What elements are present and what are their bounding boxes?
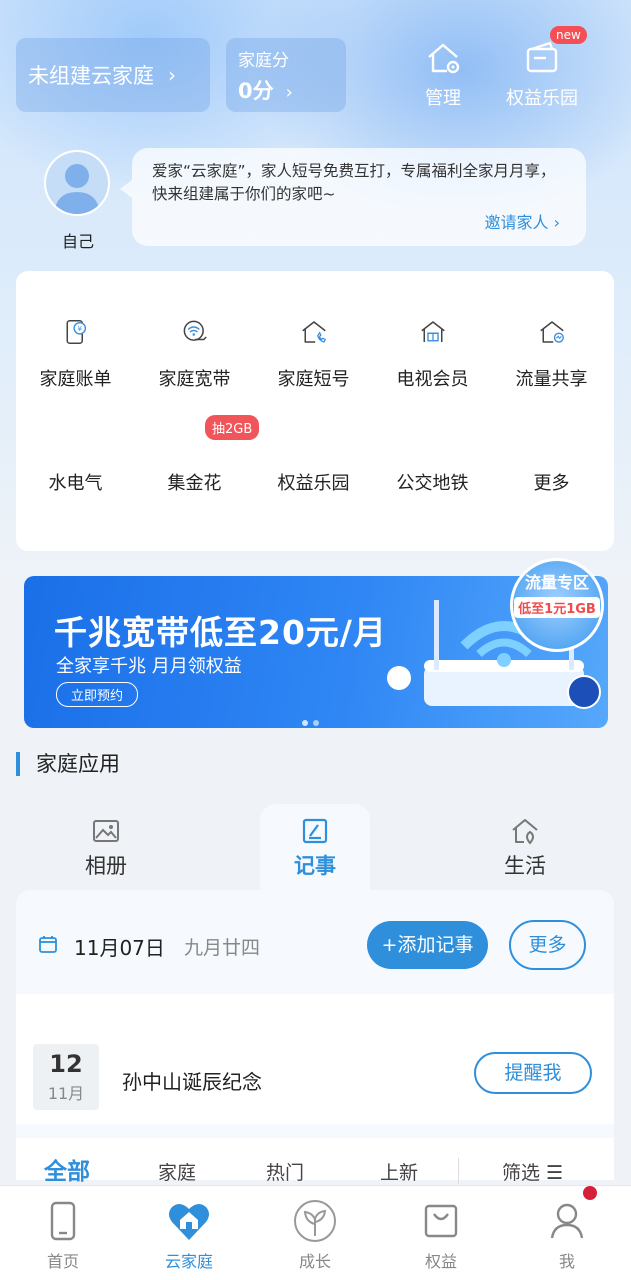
add-note-button[interactable]: +添加记事 bbox=[367, 921, 488, 969]
nav-label: 首页 bbox=[46, 1252, 79, 1271]
event-date-box: 12 11月 bbox=[33, 1044, 99, 1110]
phone-icon bbox=[50, 1201, 76, 1241]
current-date: 11月07日 bbox=[74, 936, 165, 960]
family-intro-bubble: 爱家“云家庭”，家人短号免费互打，专属福利全家月月享，快来组建属于你们的家吧~ … bbox=[120, 148, 586, 246]
notebook-icon bbox=[302, 818, 328, 844]
nav-cloud-family[interactable]: 云家庭 bbox=[126, 1186, 252, 1280]
create-family-card[interactable]: 未组建云家庭 › bbox=[16, 38, 210, 112]
event-day: 12 bbox=[49, 1050, 83, 1078]
new-badge: new bbox=[550, 26, 587, 44]
nav-home[interactable]: 首页 bbox=[0, 1186, 126, 1280]
filter-row: 全部 家庭 热门 上新 筛选 ☰ bbox=[16, 1138, 614, 1185]
nav-label: 我 bbox=[558, 1252, 575, 1271]
tab-notes[interactable]: 记事 bbox=[260, 804, 370, 890]
service-transit[interactable]: 公交地铁 bbox=[373, 271, 492, 494]
family-score-card[interactable]: 家庭分 0分 › bbox=[226, 38, 346, 112]
home-gear-icon bbox=[428, 43, 460, 74]
chevron-right-icon: › bbox=[285, 81, 293, 103]
invite-family-link[interactable]: 邀请家人 › bbox=[485, 211, 561, 234]
carousel-dots bbox=[302, 720, 319, 726]
filter-hot[interactable]: 热门 bbox=[266, 1158, 304, 1185]
tab-life[interactable]: 生活 bbox=[470, 804, 580, 890]
nav-growth[interactable]: 成长 bbox=[252, 1186, 378, 1280]
service-grid: ¥ 家庭账单 家庭宽带 家庭短号 电视会员 流量共享 抽2GB 水电气 集金花 … bbox=[16, 271, 614, 551]
manage-label: 管理 bbox=[425, 88, 461, 109]
house-leaf-icon bbox=[512, 819, 538, 845]
benefits-park-label: 权益乐园 bbox=[506, 88, 578, 109]
lunar-date: 九月廿四 bbox=[184, 937, 261, 959]
date-row: 11月07日 九月廿四 +添加记事 更多 bbox=[16, 890, 614, 994]
benefits-park-button[interactable]: new 权益乐园 bbox=[497, 26, 587, 114]
banner-subtitle: 全家享千兆 月月领权益 bbox=[56, 656, 242, 677]
service-more[interactable]: 更多 bbox=[492, 271, 611, 494]
service-label: 集金花 bbox=[167, 473, 222, 494]
bag-icon bbox=[424, 1204, 458, 1238]
family-score-label: 家庭分 bbox=[238, 50, 289, 71]
nav-benefits[interactable]: 权益 bbox=[378, 1186, 504, 1280]
manage-button[interactable]: 管理 bbox=[398, 38, 488, 114]
profile-name: 自己 bbox=[61, 232, 94, 251]
tab-label: 相册 bbox=[85, 854, 127, 878]
service-golden-flower[interactable]: 集金花 bbox=[135, 271, 254, 494]
heart-home-icon bbox=[169, 1203, 209, 1240]
family-score-value: 0分 bbox=[238, 78, 274, 103]
filter-new[interactable]: 上新 bbox=[380, 1158, 418, 1185]
tab-label: 生活 bbox=[504, 854, 546, 878]
data-zone-price: 低至1元1GB bbox=[514, 597, 600, 618]
wallet-icon bbox=[526, 41, 558, 73]
filter-family[interactable]: 家庭 bbox=[158, 1158, 196, 1185]
sprout-icon bbox=[294, 1200, 336, 1242]
photo-icon bbox=[93, 820, 119, 842]
data-zone-title: 流量专区 bbox=[524, 573, 589, 592]
event-title: 孙中山诞辰纪念 bbox=[122, 1070, 262, 1094]
lottery-tag: 抽2GB bbox=[205, 415, 260, 440]
tab-label: 记事 bbox=[294, 854, 336, 878]
intro-message: 爱家“云家庭”，家人短号免费互打，专属福利全家月月享，快来组建属于你们的家吧~ bbox=[152, 162, 556, 203]
nav-label: 云家庭 bbox=[164, 1252, 213, 1271]
data-zone-badge[interactable]: 流量专区 低至1元1GB bbox=[510, 558, 604, 652]
event-row[interactable]: 12 11月 孙中山诞辰纪念 提醒我 bbox=[16, 994, 614, 1124]
service-label: 水电气 bbox=[48, 473, 103, 494]
avatar bbox=[44, 150, 110, 216]
user-icon bbox=[550, 1203, 584, 1239]
self-profile[interactable]: 自己 bbox=[44, 150, 112, 252]
reserve-button[interactable]: 立即预约 bbox=[56, 682, 139, 707]
create-family-label: 未组建云家庭 bbox=[28, 64, 154, 88]
bottom-nav: 首页 云家庭 成长 权益 我 bbox=[0, 1185, 631, 1280]
user-avatar-icon bbox=[46, 152, 108, 214]
nav-label: 权益 bbox=[424, 1252, 457, 1271]
service-utilities[interactable]: 水电气 bbox=[16, 271, 135, 494]
service-label: 权益乐园 bbox=[277, 473, 350, 494]
notes-panel: 11月07日 九月廿四 +添加记事 更多 12 11月 孙中山诞辰纪念 提醒我 … bbox=[16, 890, 614, 1185]
tab-album[interactable]: 相册 bbox=[51, 804, 161, 890]
calendar-icon bbox=[39, 936, 57, 953]
section-title: 家庭应用 bbox=[16, 752, 120, 776]
service-benefits-park[interactable]: 权益乐园 bbox=[254, 271, 373, 494]
notification-dot bbox=[583, 1186, 597, 1200]
banner-title: 千兆宽带低至20元/月 bbox=[54, 613, 387, 652]
chevron-right-icon: › bbox=[168, 63, 176, 87]
nav-label: 成长 bbox=[298, 1252, 331, 1271]
remind-me-button[interactable]: 提醒我 bbox=[474, 1052, 592, 1094]
event-month: 11月 bbox=[47, 1084, 85, 1103]
filter-all[interactable]: 全部 bbox=[44, 1152, 90, 1186]
filter-divider bbox=[458, 1158, 459, 1184]
nav-me[interactable]: 我 bbox=[504, 1186, 630, 1280]
filter-button[interactable]: 筛选 ☰ bbox=[502, 1158, 563, 1185]
service-label: 更多 bbox=[533, 473, 570, 494]
service-label: 公交地铁 bbox=[396, 473, 469, 494]
more-notes-button[interactable]: 更多 bbox=[509, 920, 586, 970]
